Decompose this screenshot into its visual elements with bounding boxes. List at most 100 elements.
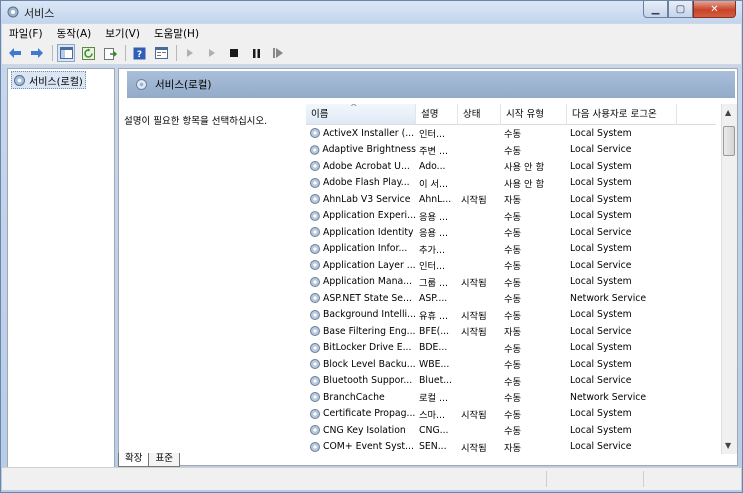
service-gear-icon (309, 210, 320, 221)
table-row[interactable]: Application Experi... 응용 ... 수동 Local Syste… (306, 208, 716, 225)
menu-help[interactable]: 도움말(H) (147, 26, 206, 41)
services-window: 서비스 ▁ ▢ ✕ 파일(F) 동작(A) 보기(V) 도움말(H) ? 서비스… (0, 0, 743, 493)
table-row[interactable]: CNG Key Isolation CNG... 수동 Local System (306, 422, 716, 439)
table-row[interactable]: COM+ Event Syst... SEN... 시작됨 자동 Local Servi… (306, 439, 716, 455)
service-log-on-as: Local System (570, 160, 632, 172)
stop-service-button[interactable] (225, 44, 243, 62)
column-header-name[interactable]: ^ 이름 (306, 104, 416, 124)
forward-button[interactable] (28, 44, 46, 62)
service-gear-icon (310, 177, 320, 188)
table-row[interactable]: Adobe Flash Play... 이 서... 사용 안 함 Local Sys… (306, 175, 716, 192)
service-name: Adobe Acrobat U... (306, 160, 416, 172)
properties-icon (154, 47, 168, 59)
table-row[interactable]: Certificate Propag... 스마... 시작됨 수동 Local Sys… (306, 406, 716, 423)
service-log-on-as: Local Service (570, 325, 632, 337)
service-name-label: Block Level Backu... (323, 358, 416, 370)
minimize-button[interactable]: ▁ (643, 1, 668, 18)
console-tree: 서비스(로컬) (7, 68, 115, 468)
service-gear-icon (310, 342, 320, 353)
refresh-button[interactable] (79, 44, 97, 62)
column-header-status[interactable]: 상태 (458, 104, 501, 124)
table-row[interactable]: Adobe Acrobat U... Ado... 사용 안 함 Local Syst… (306, 158, 716, 175)
service-name: Certificate Propag... (306, 408, 416, 420)
service-log-on-as: Network Service (570, 391, 647, 403)
service-startup-type: 수동 (504, 129, 522, 141)
svg-text:?: ? (136, 50, 141, 60)
service-gear-icon (310, 441, 320, 452)
service-startup-type: 수동 (504, 343, 522, 355)
service-gear-icon (310, 293, 320, 304)
table-row[interactable]: BitLocker Drive E... BDE... 수동 Local System (306, 340, 716, 357)
column-header-description[interactable]: 설명 (416, 104, 458, 124)
vertical-scrollbar[interactable]: ▲ ▼ (721, 104, 737, 454)
help-button[interactable]: ? (130, 44, 148, 62)
maximize-button[interactable]: ▢ (668, 1, 693, 18)
sort-ascending-icon: ^ (350, 104, 358, 113)
forward-icon (31, 48, 43, 58)
service-status: 시작됨 (461, 327, 487, 339)
table-row[interactable]: Application Layer ... 인터... 수동 Local Servic… (306, 257, 716, 274)
table-row[interactable]: Application Identity 응용 ... 수동 Local Servic… (306, 224, 716, 241)
service-name: Bluetooth Suppor... (306, 375, 416, 387)
tree-item-services-local[interactable]: 서비스(로컬) (11, 71, 86, 89)
tab-extended[interactable]: 확장 (118, 453, 150, 467)
back-icon (9, 48, 21, 58)
service-name-label: AhnLab V3 Service (323, 193, 411, 205)
status-separator (643, 471, 644, 487)
service-log-on-as: Local System (570, 358, 632, 370)
table-row[interactable]: Application Infor... 추가... 수동 Local System (306, 241, 716, 258)
properties-button[interactable] (152, 44, 170, 62)
start-alt-icon (209, 49, 215, 57)
table-row[interactable]: Application Mana... 그룹 ... 시작됨 수동 Local Syst… (306, 274, 716, 291)
column-header-log-on-as[interactable]: 다음 사용자로 로그온 (567, 104, 677, 124)
service-description: BFE(... (419, 325, 450, 337)
service-log-on-as: Local System (570, 408, 632, 420)
service-log-on-as: Local System (570, 127, 632, 139)
table-row[interactable]: Adaptive Brightness 주변 ... 수동 Local Service (306, 142, 716, 159)
menu-action[interactable]: 동작(A) (50, 26, 99, 41)
table-row[interactable]: Block Level Backu... WBE... 수동 Local System (306, 356, 716, 373)
service-name: Application Experi... (306, 210, 416, 222)
show-tree-button[interactable] (57, 44, 75, 62)
service-gear-icon (310, 260, 320, 271)
toolbar-separator (125, 45, 126, 61)
title-bar[interactable]: 서비스 ▁ ▢ ✕ (1, 1, 742, 23)
service-name-label: Application Identity (323, 226, 414, 238)
tab-standard[interactable]: 표준 (148, 453, 180, 467)
menu-file[interactable]: 파일(F) (2, 26, 50, 41)
table-row[interactable]: BranchCache 로컬 ... 수동 Network Service (306, 389, 716, 406)
service-name: Application Identity (306, 226, 416, 238)
pause-service-button[interactable] (247, 44, 265, 62)
restart-service-button[interactable] (269, 44, 287, 62)
table-row[interactable]: Base Filtering Eng... BFE(... 시작됨 자동 Local S… (306, 323, 716, 340)
table-row[interactable]: ASP.NET State Se... ASP.... 수동 Network Serv… (306, 290, 716, 307)
service-log-on-as: Local Service (570, 441, 632, 453)
scroll-thumb[interactable] (723, 126, 735, 156)
start-service-alt-button[interactable] (203, 44, 221, 62)
window-title: 서비스 (24, 7, 55, 20)
back-button[interactable] (6, 44, 24, 62)
service-description: 주변 ... (419, 145, 448, 157)
scroll-down-icon[interactable]: ▼ (725, 441, 731, 450)
table-row[interactable]: ActiveX Installer (... 인터... 수동 Local Syste… (306, 125, 716, 142)
scroll-up-icon[interactable]: ▲ (725, 108, 731, 117)
stop-icon (229, 48, 238, 57)
close-button[interactable]: ✕ (693, 1, 736, 18)
service-log-on-as: Local System (570, 276, 632, 288)
service-startup-type: 수동 (504, 426, 522, 438)
menu-view[interactable]: 보기(V) (98, 26, 147, 41)
service-gear-icon (309, 309, 320, 320)
column-header-startup-type[interactable]: 시작 유형 (501, 104, 567, 124)
service-startup-type: 수동 (504, 409, 522, 421)
export-button[interactable] (101, 44, 119, 62)
pane-title: 서비스(로컬) (155, 79, 212, 91)
table-row[interactable]: AhnLab V3 Service AhnL... 시작됨 자동 Local Syste… (306, 191, 716, 208)
service-startup-type: 수동 (504, 211, 522, 223)
column-header-label: 상태 (463, 109, 481, 120)
table-row[interactable]: Background Intelli... 유휴 ... 시작됨 수동 Local Sy… (306, 307, 716, 324)
service-log-on-as: Local System (570, 210, 632, 222)
column-header-row: ^ 이름 설명 상태 시작 유형 다음 사용자로 로그온 (306, 104, 716, 125)
table-row[interactable]: Bluetooth Suppor... Bluet... 수동 Local Servi… (306, 373, 716, 390)
show-tree-icon (59, 47, 73, 59)
start-service-button[interactable] (181, 44, 199, 62)
